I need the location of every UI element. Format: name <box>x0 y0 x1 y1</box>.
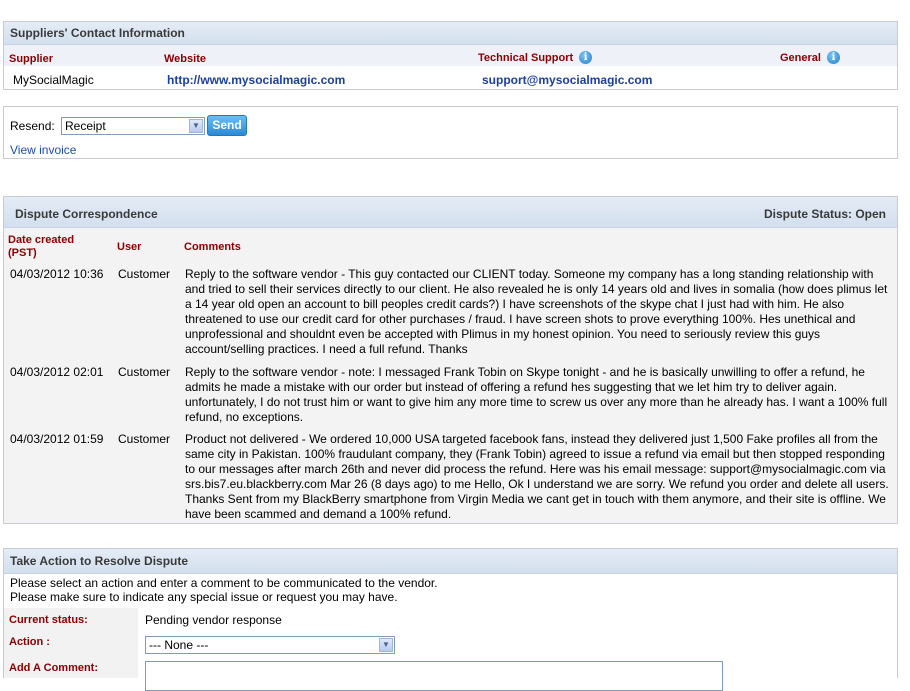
row-user: Customer <box>118 267 171 281</box>
dispute-header: Dispute Correspondence Dispute Status: O… <box>4 197 897 228</box>
dispute-panel: Dispute Correspondence Dispute Status: O… <box>3 196 898 524</box>
row-date: 04/03/2012 02:01 <box>10 365 104 379</box>
row-user: Customer <box>118 365 171 379</box>
resend-select[interactable]: Receipt ▼ <box>61 117 205 135</box>
col-date-created: Date created (PST) <box>8 234 75 259</box>
take-action-header: Take Action to Resolve Dispute <box>4 549 897 574</box>
tech-support-email-link[interactable]: support@mysocialmagic.com <box>482 73 652 87</box>
action-select[interactable]: --- None --- ▼ <box>145 636 395 654</box>
supplier-name: MySocialMagic <box>13 73 94 87</box>
take-action-title: Take Action to Resolve Dispute <box>10 554 189 568</box>
action-intro: Please make sure to indicate any special… <box>10 590 398 604</box>
row-comment: Reply to the software vendor - This guy … <box>185 267 888 356</box>
comment-textarea[interactable] <box>145 661 723 691</box>
suppliers-title: Suppliers' Contact Information <box>10 26 185 40</box>
add-comment-label: Add A Comment: <box>9 662 99 674</box>
current-status-value: Pending vendor response <box>145 613 282 627</box>
col-user: User <box>117 241 142 253</box>
action-label: Action : <box>9 636 50 648</box>
action-intro: Please select an action and enter a comm… <box>10 576 438 590</box>
take-action-panel: Take Action to Resolve Dispute Please se… <box>3 548 898 691</box>
dispute-status: Dispute Status: Open <box>763 207 886 221</box>
resend-label: Resend: <box>10 119 55 133</box>
col-general: General i <box>780 50 840 65</box>
row-comment: Product not delivered - We ordered 10,00… <box>185 432 889 521</box>
send-button[interactable]: Send <box>207 115 247 136</box>
resend-select-value: Receipt <box>65 119 106 133</box>
dispute-title: Dispute Correspondence <box>15 207 158 221</box>
col-tech-support: Technical Support i <box>478 50 593 65</box>
row-comment: Reply to the software vendor - note: I m… <box>185 365 888 424</box>
suppliers-header: Suppliers' Contact Information <box>4 22 897 45</box>
info-icon[interactable]: i <box>826 51 840 65</box>
col-general-label: General <box>780 52 821 64</box>
col-supplier: Supplier <box>9 53 54 65</box>
row-date: 04/03/2012 01:59 <box>10 432 104 446</box>
info-icon[interactable]: i <box>579 51 593 65</box>
suppliers-panel: Suppliers' Contact Information Supplier … <box>3 21 898 90</box>
chevron-down-icon: ▼ <box>379 638 393 652</box>
row-user: Customer <box>118 432 171 446</box>
row-date: 04/03/2012 10:36 <box>10 267 104 281</box>
col-tech-label: Technical Support <box>478 52 574 64</box>
resend-panel: Resend: Receipt ▼ Send View invoice <box>3 106 898 159</box>
suppliers-column-header <box>4 45 897 66</box>
col-website: Website <box>164 53 206 65</box>
view-invoice-link[interactable]: View invoice <box>10 143 76 157</box>
current-status-label: Current status: <box>9 614 88 626</box>
action-select-value: --- None --- <box>149 638 209 652</box>
website-link[interactable]: http://www.mysocialmagic.com <box>167 73 345 87</box>
col-comments: Comments <box>184 241 241 253</box>
chevron-down-icon: ▼ <box>189 119 203 133</box>
